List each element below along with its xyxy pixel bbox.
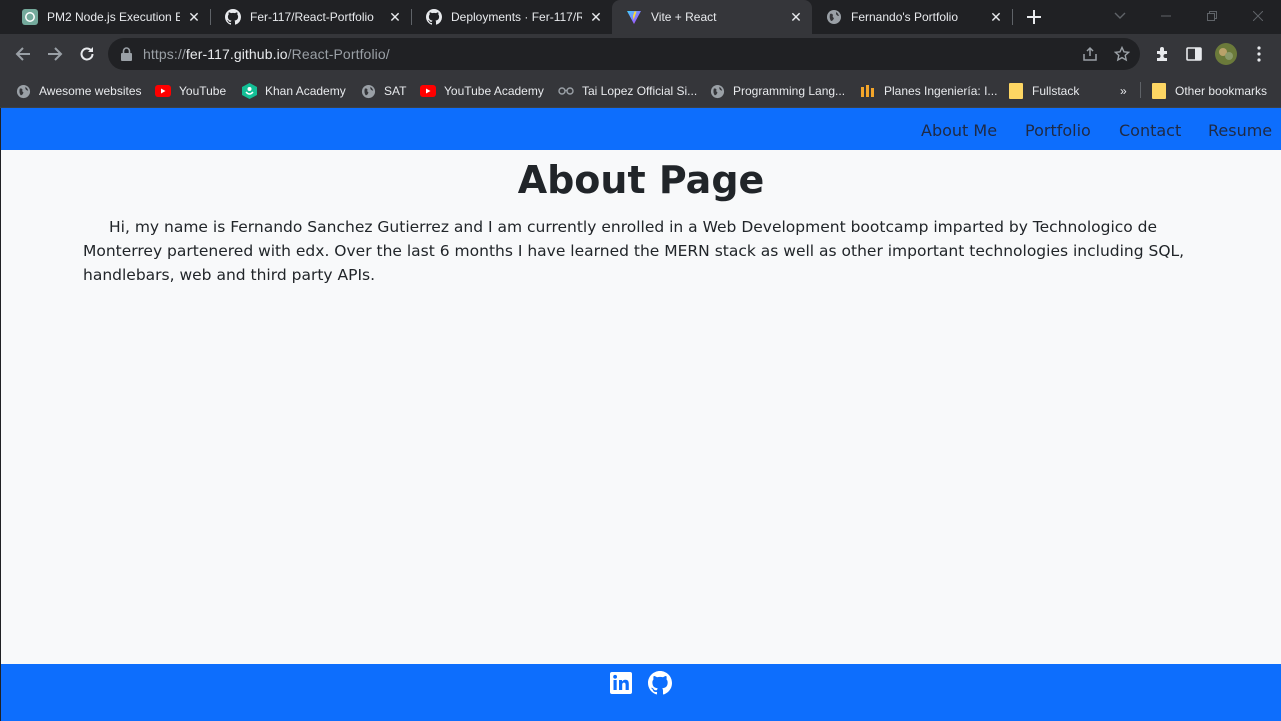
- profile-avatar[interactable]: [1212, 40, 1240, 68]
- khan-academy-icon: [241, 83, 257, 99]
- bookmarks-bar: Awesome websites YouTube Khan Academy SA…: [0, 74, 1281, 108]
- share-icon[interactable]: [1080, 44, 1100, 64]
- bookmarks-divider: [1140, 82, 1141, 98]
- planes-icon: [860, 83, 876, 99]
- other-bookmarks-folder[interactable]: Other bookmarks: [1151, 82, 1267, 100]
- url-scheme: https://: [143, 46, 186, 62]
- tab-title: Fernando's Portfolio: [851, 10, 959, 24]
- about-paragraph: Hi, my name is Fernando Sanchez Gutierre…: [83, 218, 1185, 284]
- page-viewport: About Me Portfolio Contact Resume About …: [1, 108, 1281, 721]
- tab-title: Fer-117/React-Portfolio: [250, 10, 374, 24]
- github-icon[interactable]: [648, 671, 672, 695]
- tab-title: Vite + React: [651, 10, 717, 24]
- url-host: fer-117.github.io: [185, 46, 288, 62]
- new-tab-plus-icon[interactable]: [1022, 5, 1046, 29]
- bookmark-item[interactable]: YouTube Academy: [420, 82, 544, 100]
- browser-tab[interactable]: Fernando's Portfolio ✕: [812, 0, 1012, 34]
- bookmark-star-icon[interactable]: [1112, 44, 1132, 64]
- browser-tab-active[interactable]: Vite + React ✕: [612, 0, 812, 34]
- nav-link-contact[interactable]: Contact: [1119, 121, 1181, 140]
- page-footer: [1, 664, 1281, 721]
- close-icon[interactable]: ✕: [588, 9, 604, 25]
- window-close-icon[interactable]: [1235, 0, 1281, 32]
- bookmark-item[interactable]: Khan Academy: [241, 82, 346, 100]
- nav-link-about-me[interactable]: About Me: [921, 121, 997, 140]
- github-icon: [426, 9, 442, 25]
- bookmark-item[interactable]: SAT: [360, 82, 406, 100]
- extensions-puzzle-icon[interactable]: [1148, 40, 1176, 68]
- bookmark-label: Programming Lang...: [733, 84, 846, 98]
- bookmark-label: Awesome websites: [39, 84, 142, 98]
- tab-title: Deployments · Fer-117/Re: [451, 10, 582, 24]
- browser-tab-strip: PM2 Node.js Execution En ✕ Fer-117/React…: [0, 0, 1281, 34]
- youtube-icon: [420, 83, 436, 99]
- tab-divider: [1012, 9, 1013, 25]
- url-path: /React-Portfolio/: [287, 46, 390, 62]
- glasses-icon: [558, 83, 574, 99]
- bookmark-label: Khan Academy: [265, 84, 346, 98]
- chatgpt-icon: [22, 9, 38, 25]
- bookmark-item[interactable]: YouTube: [155, 82, 226, 100]
- kebab-menu-icon[interactable]: [1245, 40, 1273, 68]
- bookmarks-overflow-label: »: [1120, 84, 1127, 98]
- other-bookmarks-label: Other bookmarks: [1175, 84, 1268, 98]
- bookmark-item[interactable]: Programming Lang...: [709, 82, 845, 100]
- bookmark-label: SAT: [384, 84, 407, 98]
- globe-icon: [360, 83, 376, 99]
- page-title: About Page: [517, 158, 765, 202]
- bookmark-label: Planes Ingeniería: I...: [884, 84, 998, 98]
- bookmark-label: Tai Lopez Official Si...: [582, 84, 698, 98]
- globe-icon: [15, 83, 31, 99]
- close-icon[interactable]: ✕: [788, 9, 804, 25]
- youtube-icon: [155, 83, 171, 99]
- tab-title: PM2 Node.js Execution En: [47, 10, 180, 24]
- github-icon: [225, 9, 241, 25]
- browser-toolbar: https://fer-117.github.io/React-Portfoli…: [0, 34, 1281, 74]
- lock-icon[interactable]: [121, 47, 132, 66]
- address-bar[interactable]: https://fer-117.github.io/React-Portfoli…: [108, 38, 1140, 70]
- linkedin-icon[interactable]: [609, 671, 633, 695]
- globe-icon: [826, 9, 842, 25]
- reload-icon[interactable]: [73, 40, 101, 68]
- bookmark-label: YouTube Academy: [444, 84, 544, 98]
- bookmark-folder[interactable]: Fullstack: [1008, 82, 1079, 100]
- bookmark-item[interactable]: Planes Ingeniería: I...: [860, 82, 997, 100]
- folder-icon: [1008, 83, 1024, 99]
- bookmark-item[interactable]: Tai Lopez Official Si...: [558, 82, 697, 100]
- browser-tab[interactable]: Deployments · Fer-117/Re ✕: [412, 0, 612, 34]
- close-icon[interactable]: ✕: [387, 9, 403, 25]
- url-text[interactable]: https://fer-117.github.io/React-Portfoli…: [143, 46, 390, 62]
- bookmark-label: YouTube: [179, 84, 227, 98]
- bookmark-item[interactable]: Awesome websites: [15, 82, 142, 100]
- browser-tab[interactable]: PM2 Node.js Execution En ✕: [8, 0, 210, 34]
- vite-icon: [626, 9, 642, 25]
- browser-tab[interactable]: Fer-117/React-Portfolio ✕: [211, 0, 411, 34]
- top-navbar: About Me Portfolio Contact Resume: [1, 108, 1281, 150]
- close-icon[interactable]: ✕: [988, 9, 1004, 25]
- bookmarks-overflow-chevron-icon[interactable]: »: [1120, 82, 1127, 100]
- nav-link-resume[interactable]: Resume: [1208, 121, 1272, 140]
- bookmark-label: Fullstack: [1032, 84, 1080, 98]
- globe-icon: [709, 83, 725, 99]
- forward-arrow-icon[interactable]: [41, 40, 69, 68]
- back-arrow-icon[interactable]: [9, 40, 37, 68]
- folder-icon: [1151, 83, 1167, 99]
- tab-search-chevron-icon[interactable]: [1097, 0, 1143, 32]
- minimize-icon[interactable]: [1143, 0, 1189, 32]
- side-panel-icon[interactable]: [1180, 40, 1208, 68]
- close-icon[interactable]: ✕: [186, 9, 202, 25]
- nav-link-portfolio[interactable]: Portfolio: [1025, 121, 1091, 140]
- restore-icon[interactable]: [1189, 0, 1235, 32]
